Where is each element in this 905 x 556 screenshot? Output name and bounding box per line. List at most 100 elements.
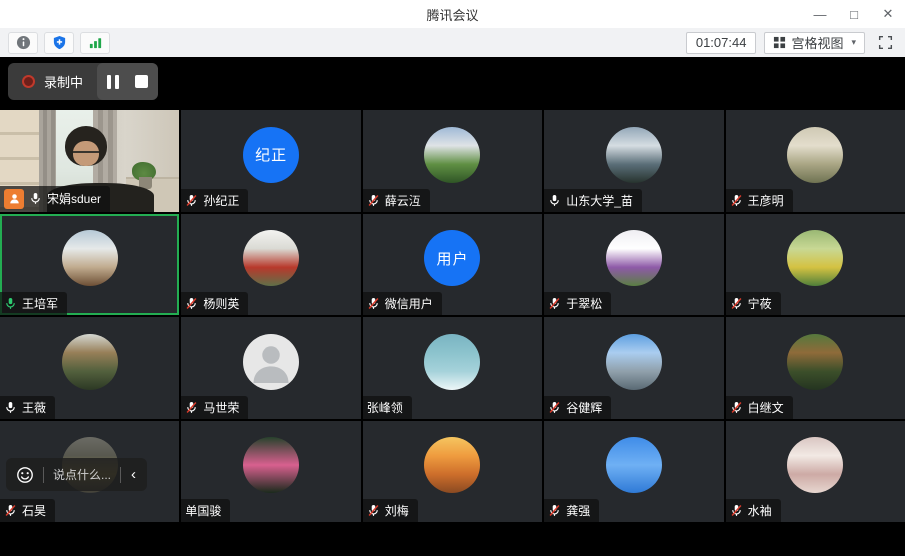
participant-avatar	[424, 437, 480, 493]
participant-tile[interactable]: 谷健辉	[544, 317, 723, 419]
stop-recording-button[interactable]	[135, 75, 148, 88]
participant-tile[interactable]: 宋娟sduer	[0, 110, 179, 212]
participant-tile[interactable]: 王培军	[0, 214, 179, 316]
mic-status-icon	[730, 297, 743, 310]
participant-tile[interactable]: 刘梅	[363, 421, 542, 523]
host-badge-icon	[4, 189, 24, 209]
participant-tile[interactable]: 于翠松	[544, 214, 723, 316]
participant-tile[interactable]: 龚强	[544, 421, 723, 523]
participant-name: 山东大学_苗	[566, 192, 633, 209]
participant-name-bar: 马世荣	[181, 396, 248, 419]
mic-status-icon	[730, 194, 743, 207]
title-bar: 腾讯会议 — □ ✕	[0, 0, 905, 28]
participant-avatar	[787, 334, 843, 390]
chat-input-placeholder[interactable]: 说点什么...	[53, 466, 111, 483]
participant-avatar	[606, 437, 662, 493]
participant-avatar	[62, 230, 118, 286]
participant-name-bar: 单国骏	[181, 499, 230, 522]
participant-grid: 宋娟sduer 纪正 孙纪正	[0, 110, 905, 522]
maximize-icon[interactable]: □	[837, 0, 871, 28]
participant-name-bar: 宁莜	[726, 292, 781, 315]
participant-avatar	[424, 334, 480, 390]
avatar-initials: 纪正	[255, 144, 287, 165]
participant-name: 于翠松	[566, 295, 602, 312]
participant-name-bar: 白继文	[726, 396, 793, 419]
view-switcher-button[interactable]: 宫格视图 ▾	[764, 32, 865, 54]
pause-recording-button[interactable]	[107, 75, 119, 89]
participant-avatar	[243, 230, 299, 286]
collapse-chat-icon[interactable]: ‹	[130, 467, 137, 482]
participant-tile[interactable]: 薛云沍	[363, 110, 542, 212]
participant-avatar	[606, 230, 662, 286]
chevron-down-icon: ▾	[851, 37, 856, 48]
mic-status-icon	[367, 297, 380, 310]
participant-name: 王彦明	[748, 192, 784, 209]
mic-status-icon	[367, 504, 380, 517]
default-person-icon	[243, 334, 299, 390]
avatar-initials: 用户	[436, 248, 468, 269]
network-signal-icon[interactable]	[80, 32, 110, 54]
participant-tile[interactable]: 宁莜	[726, 214, 905, 316]
participant-name: 白继文	[748, 399, 784, 416]
meeting-timer: 01:07:44	[686, 32, 757, 54]
participant-tile[interactable]: 山东大学_苗	[544, 110, 723, 212]
participant-name: 刘梅	[385, 502, 409, 519]
participant-avatar	[787, 127, 843, 183]
mic-status-icon	[4, 297, 17, 310]
close-icon[interactable]: ✕	[871, 0, 905, 28]
window-title: 腾讯会议	[426, 5, 478, 24]
mic-status-icon	[548, 297, 561, 310]
participant-name-bar: 水袖	[726, 499, 781, 522]
meeting-info-icon[interactable]	[8, 32, 38, 54]
participant-tile[interactable]: 水袖	[726, 421, 905, 523]
meeting-window: 腾讯会议 — □ ✕ 01:07:44 宫格视图 ▾	[0, 0, 905, 556]
mic-status-icon	[4, 504, 17, 517]
participant-avatar	[424, 127, 480, 183]
participant-name-bar: 谷健辉	[544, 396, 611, 419]
mic-status-icon	[548, 194, 561, 207]
participant-tile[interactable]: 纪正 孙纪正	[181, 110, 360, 212]
participant-tile[interactable]: 张峰领	[363, 317, 542, 419]
participant-name: 水袖	[748, 502, 772, 519]
fullscreen-icon[interactable]	[873, 32, 897, 54]
emoji-icon[interactable]	[16, 466, 34, 484]
mic-status-icon	[185, 194, 198, 207]
participant-avatar	[606, 334, 662, 390]
participant-name: 龚强	[566, 502, 590, 519]
recording-controls	[97, 63, 158, 100]
participant-name-bar: 山东大学_苗	[544, 189, 642, 212]
quick-chat-bar[interactable]: 说点什么... ‹	[6, 458, 147, 491]
participant-tile[interactable]: 马世荣	[181, 317, 360, 419]
participant-avatar: 用户	[424, 230, 480, 286]
participant-tile[interactable]: 石昊 说点什么... ‹	[0, 421, 179, 523]
participant-tile[interactable]: 单国骏	[181, 421, 360, 523]
toolbar-left-icons	[8, 32, 110, 54]
participant-name: 薛云沍	[385, 192, 421, 209]
meeting-toolbar: 01:07:44 宫格视图 ▾	[0, 28, 905, 57]
participant-tile[interactable]: 用户 微信用户	[363, 214, 542, 316]
meeting-stage: 录制中	[0, 57, 905, 556]
participant-tile[interactable]: 白继文	[726, 317, 905, 419]
participant-tile[interactable]: 杨则英	[181, 214, 360, 316]
participant-name-bar: 王薇	[0, 396, 55, 419]
recording-status: 录制中	[8, 63, 97, 100]
participant-name-bar: 刘梅	[363, 499, 418, 522]
participant-name-bar: 王培军	[0, 292, 67, 315]
participant-name: 张峰领	[367, 399, 403, 416]
participant-name-bar: 杨则英	[181, 292, 248, 315]
participant-name: 王培军	[22, 295, 58, 312]
mic-status-icon	[548, 401, 561, 414]
mic-status-icon	[730, 504, 743, 517]
participant-name: 宁莜	[748, 295, 772, 312]
security-shield-icon[interactable]	[44, 32, 74, 54]
participant-tile[interactable]: 王彦明	[726, 110, 905, 212]
participant-name-bar: 龚强	[544, 499, 599, 522]
participant-name: 石昊	[22, 502, 46, 519]
participant-avatar	[243, 334, 299, 390]
participant-name-bar: 薛云沍	[363, 189, 430, 212]
minimize-icon[interactable]: —	[803, 0, 837, 28]
participant-avatar	[606, 127, 662, 183]
participant-name-bar: 孙纪正	[181, 189, 248, 212]
participant-tile[interactable]: 王薇	[0, 317, 179, 419]
participant-name: 马世荣	[203, 399, 239, 416]
